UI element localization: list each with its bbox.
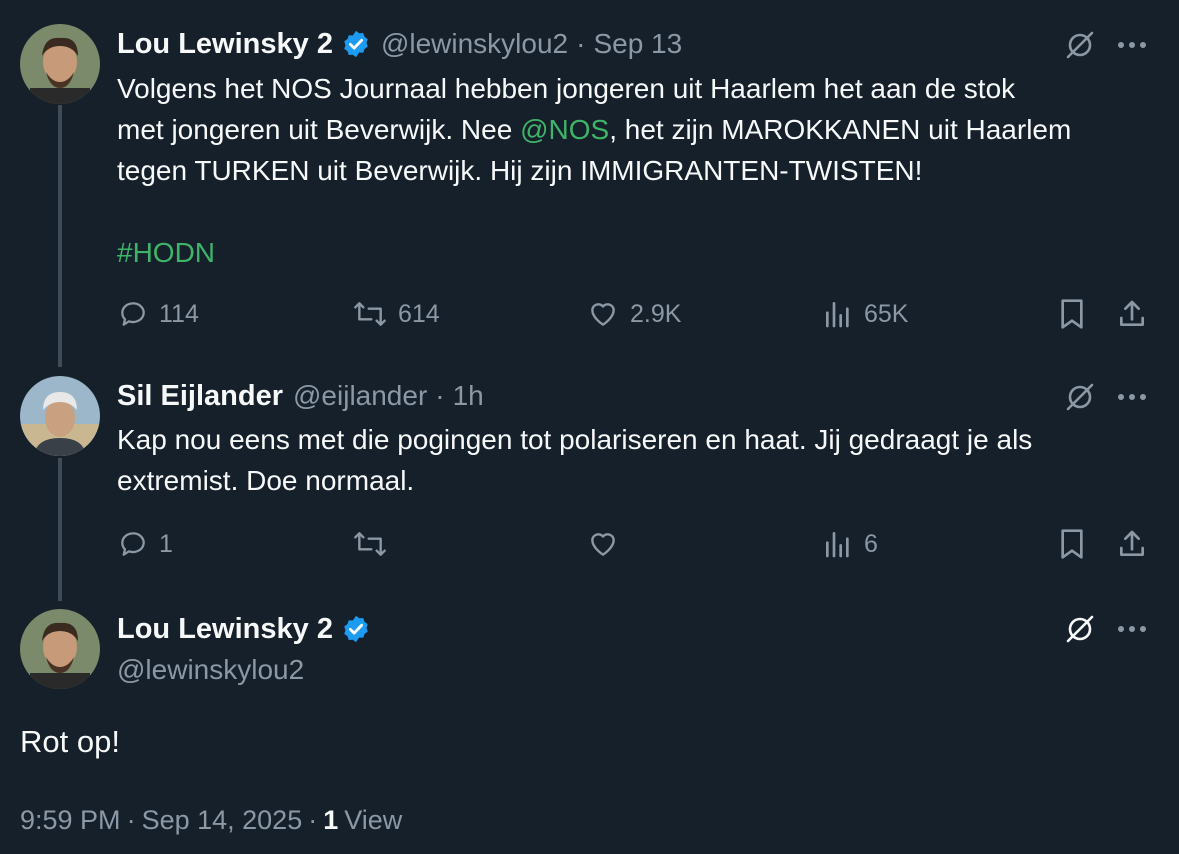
tweet3-text: Rot op! [20, 724, 120, 759]
tweet1-author-name[interactable]: Lou Lewinsky 2 [117, 28, 333, 61]
tweet2-line1: Kap nou eens met die pogingen tot polari… [117, 424, 1033, 455]
mention-link[interactable]: @NOS [520, 114, 609, 145]
analytics-icon [826, 302, 849, 328]
reply-button[interactable]: 114 [117, 298, 199, 330]
tweet-date[interactable]: Sep 14, 2025 [142, 805, 303, 836]
verified-badge-icon [341, 614, 371, 644]
views-button[interactable]: 65K [822, 298, 908, 330]
tweet1-body: Volgens het NOS Journaal hebben jongeren… [117, 68, 1167, 273]
repost-count: 614 [398, 299, 440, 328]
reply-icon [121, 532, 145, 556]
repost-button[interactable] [352, 528, 388, 560]
tweet-time[interactable]: 9:59 PM [20, 805, 121, 836]
analytics-icon [826, 532, 849, 558]
separator-dot: · [435, 380, 445, 411]
tweet2-handle[interactable]: @eijlander [293, 380, 427, 412]
tweet1-date[interactable]: Sep 13 [593, 28, 682, 60]
bookmark-icon[interactable] [1056, 298, 1088, 330]
thread-line-1 [58, 105, 62, 367]
tweet1-line2: met jongeren uit Beverwijk. Nee @NOS, he… [117, 109, 1167, 150]
bookmark-icon[interactable] [1056, 528, 1088, 560]
reply-button[interactable]: 1 [117, 528, 173, 560]
tweet2-header: Sil Eijlander @eijlander · 1h [117, 378, 484, 414]
repost-icon [354, 532, 386, 556]
repost-button[interactable]: 614 [352, 298, 440, 330]
tweet1-text: met jongeren uit Beverwijk. Nee [117, 114, 521, 145]
like-count: 2.9K [630, 299, 682, 328]
tweet1-line3: tegen TURKEN uit Beverwijk. Hij zijn IMM… [117, 155, 923, 186]
avatar-lou-1[interactable] [20, 24, 100, 104]
tweet2-author-name[interactable]: Sil Eijlander [117, 380, 283, 413]
more-options-icon[interactable] [1114, 30, 1150, 60]
reply-icon [121, 302, 145, 326]
tweet1-text: , het zijn MAROKKANEN uit Haarlem [609, 114, 1072, 145]
like-button[interactable] [586, 528, 620, 560]
tweet2-date[interactable]: 1h [453, 380, 484, 412]
reply-count: 114 [159, 299, 199, 328]
hashtag-link[interactable]: #HODN [117, 232, 1167, 273]
tweet2-body: Kap nou eens met die pogingen tot polari… [117, 419, 1167, 501]
more-options-icon[interactable] [1114, 382, 1150, 412]
tweet1-header: Lou Lewinsky 2 @lewinskylou2 · Sep 13 [117, 26, 682, 62]
grok-icon[interactable] [1062, 612, 1098, 646]
tweet3-handle[interactable]: @lewinskylou2 [117, 652, 304, 688]
grok-icon[interactable] [1062, 380, 1098, 414]
avatar-lou-2[interactable] [20, 609, 100, 689]
tweet1-handle[interactable]: @lewinskylou2 [381, 28, 568, 60]
heart-icon [591, 303, 615, 326]
tweet3-meta: 9:59 PM · Sep 14, 2025 · 1 View [20, 802, 402, 838]
repost-icon [354, 302, 386, 326]
view-count-number: 1 [323, 804, 339, 835]
tweet1-line1: Volgens het NOS Journaal hebben jongeren… [117, 73, 1016, 104]
views-button[interactable]: 6 [822, 528, 878, 560]
thread-line-2 [58, 458, 62, 601]
tweet3-header: Lou Lewinsky 2 [117, 611, 371, 647]
avatar-sil[interactable] [20, 376, 100, 456]
view-count: 65K [864, 299, 909, 328]
separator-dot: · [308, 804, 318, 835]
tweet3-author-name[interactable]: Lou Lewinsky 2 [117, 613, 333, 646]
separator-dot: · [126, 804, 136, 835]
view-label: View [344, 804, 403, 835]
reply-count: 1 [159, 529, 173, 558]
tweet2-line2: extremist. Doe normaal. [117, 465, 415, 496]
grok-icon[interactable] [1062, 28, 1098, 62]
heart-icon [591, 533, 615, 556]
view-count: 6 [864, 529, 878, 558]
share-icon[interactable] [1116, 298, 1148, 330]
like-button[interactable]: 2.9K [586, 298, 681, 330]
more-options-icon[interactable] [1114, 614, 1150, 644]
share-icon[interactable] [1116, 528, 1148, 560]
verified-badge-icon [341, 29, 371, 59]
separator-dot: · [576, 28, 586, 59]
